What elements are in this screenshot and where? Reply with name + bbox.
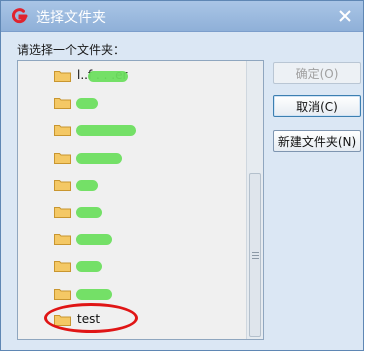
folder-item[interactable] [54, 117, 136, 141]
folder-icon [54, 288, 71, 300]
scroll-grip-icon [252, 252, 259, 261]
app-logo-icon [11, 8, 28, 24]
select-folder-dialog: 选择文件夹 请选择一个文件夹： l..f . . .er [0, 0, 364, 351]
folder-icon [54, 260, 71, 272]
redaction-mark [76, 180, 98, 191]
close-icon[interactable] [336, 7, 354, 25]
folder-prompt: 请选择一个文件夹： [17, 43, 126, 57]
redaction-mark [76, 289, 112, 300]
folder-icon [54, 124, 71, 136]
folder-item[interactable] [54, 90, 98, 114]
folder-item[interactable] [54, 199, 102, 223]
redaction-mark [76, 234, 112, 245]
folder-icon [54, 152, 71, 164]
title-bar: 选择文件夹 [1, 1, 363, 32]
folder-icon [54, 70, 71, 82]
window-title: 选择文件夹 [36, 10, 106, 26]
highlight-annotation [44, 303, 138, 333]
new-folder-button[interactable]: 新建文件夹(N) [273, 130, 361, 152]
folder-item[interactable] [54, 226, 112, 250]
vertical-scrollbar[interactable] [246, 61, 263, 339]
folder-icon [54, 179, 71, 191]
folder-item[interactable] [54, 145, 122, 169]
redaction-mark [76, 98, 98, 109]
ok-button[interactable]: 确定(O) [273, 62, 361, 84]
redaction-mark [76, 207, 102, 218]
cancel-button[interactable]: 取消(C) [273, 95, 361, 117]
folder-item[interactable]: l..f . . .er [54, 63, 128, 87]
redaction-mark [76, 153, 122, 164]
folder-icon [54, 233, 71, 245]
redaction-mark [88, 71, 128, 82]
redaction-mark [76, 261, 102, 272]
folder-icon [54, 206, 71, 218]
folder-item[interactable] [54, 281, 112, 305]
folder-icon [54, 97, 71, 109]
redaction-mark [76, 125, 136, 136]
folder-tree[interactable]: l..f . . .er [17, 60, 264, 340]
folder-item[interactable] [54, 253, 102, 277]
scrollbar-thumb[interactable] [249, 173, 261, 337]
folder-item[interactable] [54, 172, 98, 196]
